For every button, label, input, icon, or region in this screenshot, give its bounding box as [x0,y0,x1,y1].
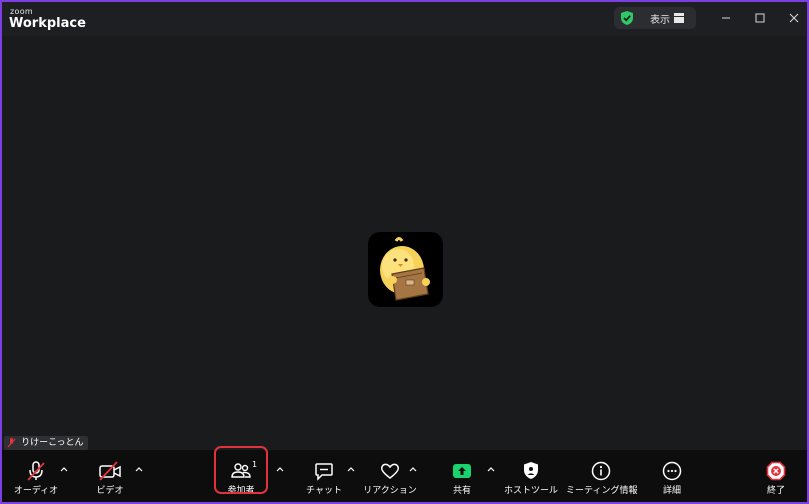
end-meeting-button[interactable]: 終了 [754,450,798,502]
share-button[interactable]: 共有 [438,450,486,502]
participants-options-chevron-up-icon[interactable] [275,465,285,473]
video-off-icon [99,461,121,481]
zoom-window: zoom Workplace 表示 りけーこっとん オーディオ ビデオ 1 参加… [2,2,807,502]
chick-character-image [380,237,430,301]
zoom-logo-small: zoom [10,7,33,16]
host-tools-label: ホストツール [504,486,559,496]
share-options-chevron-up-icon[interactable] [486,465,496,473]
chat-icon [315,463,333,481]
video-options-chevron-up-icon[interactable] [134,465,144,473]
workplace-logo: Workplace [9,16,86,31]
audio-label: オーディオ [13,486,59,496]
end-meeting-icon [766,461,786,481]
chat-label: チャット [306,486,342,496]
end-label: 終了 [766,486,785,496]
view-label: 表示 [650,15,670,26]
muted-mic-icon [7,438,16,448]
minimize-icon[interactable] [716,9,736,27]
reactions-options-chevron-up-icon[interactable] [408,465,418,473]
title-bar: zoom Workplace 表示 [2,2,807,36]
participant-avatar [368,232,443,307]
more-label: 詳細 [662,486,681,496]
meeting-info-button[interactable]: ミーティング情報 [566,450,638,502]
chat-options-chevron-up-icon[interactable] [346,465,356,473]
heart-icon [380,463,400,479]
video-button[interactable]: ビデオ [86,450,134,502]
muted-microphone-icon [27,461,45,481]
chat-button[interactable]: チャット [300,450,348,502]
host-tools-button[interactable]: ホストツール [504,450,558,502]
participant-name-tag: りけーこっとん [4,436,89,450]
video-label: ビデオ [96,486,124,496]
participants-highlight-box [214,446,268,494]
more-button[interactable]: 詳細 [650,450,694,502]
reactions-label: リアクション [363,486,417,496]
encryption-shield-icon[interactable] [620,10,634,26]
video-stage [2,36,807,450]
info-icon [591,461,611,481]
share-screen-icon [453,464,471,478]
view-button[interactable]: 表示 [614,7,696,29]
meeting-info-label: ミーティング情報 [566,486,638,496]
meeting-toolbar: オーディオ ビデオ 1 参加者 チャット リアクション 共有 ホストツール ミー… [2,450,807,502]
host-tools-shield-icon [524,462,538,479]
more-ellipsis-icon [662,461,682,481]
close-icon[interactable] [784,9,804,27]
audio-button[interactable]: オーディオ [12,450,60,502]
participant-name: りけーこっとん [21,438,84,448]
maximize-icon[interactable] [750,9,770,27]
share-label: 共有 [452,486,471,496]
audio-options-chevron-up-icon[interactable] [59,465,69,473]
reactions-button[interactable]: リアクション [362,450,418,502]
view-grid-icon [674,13,684,23]
